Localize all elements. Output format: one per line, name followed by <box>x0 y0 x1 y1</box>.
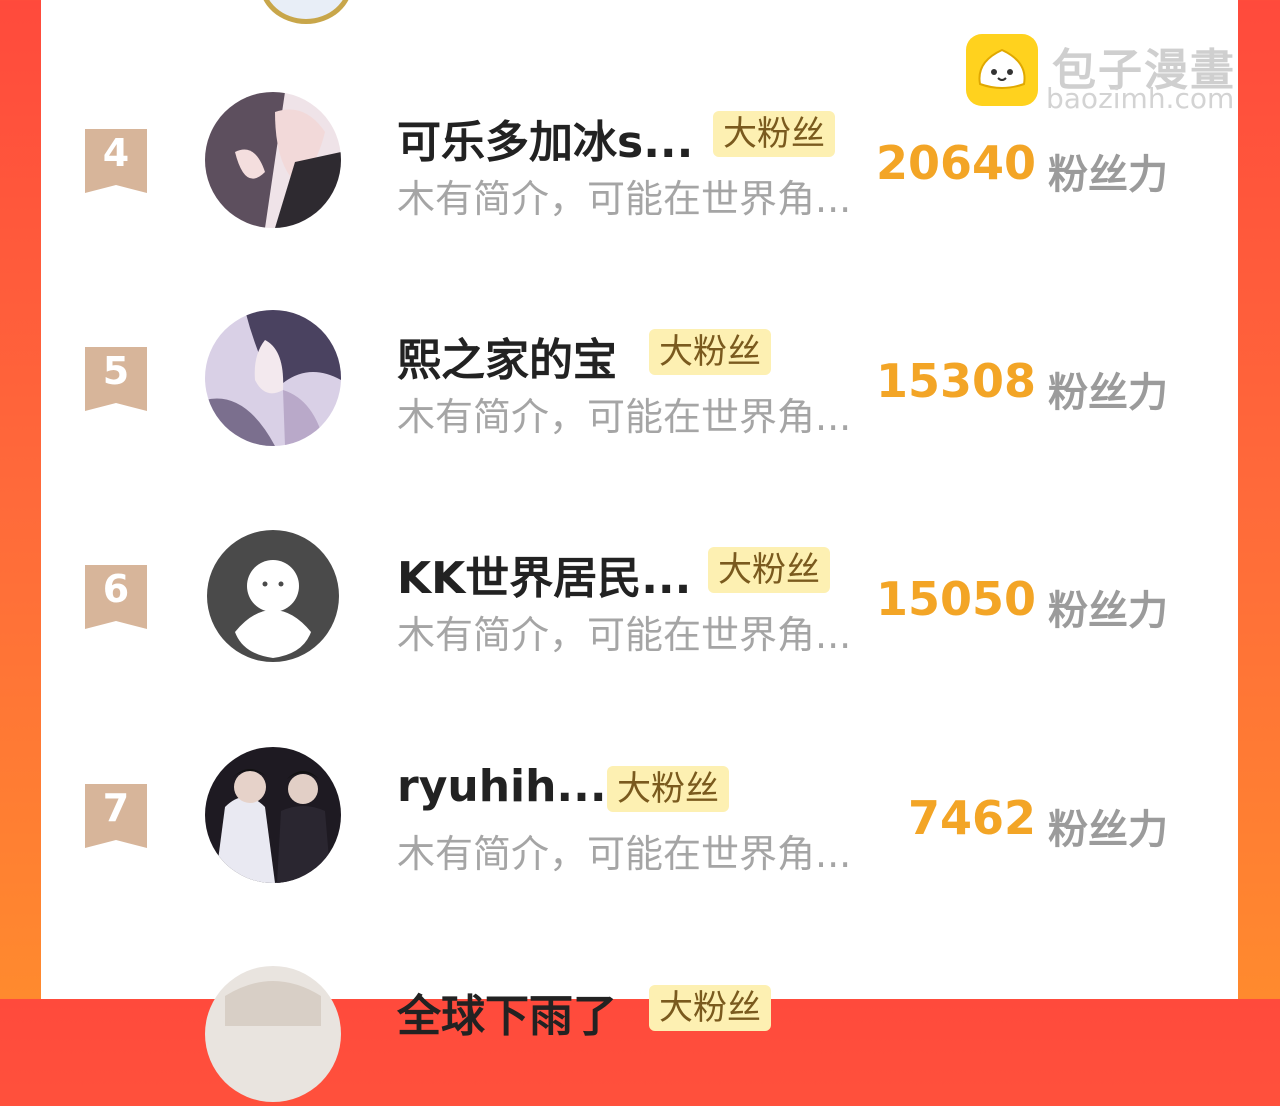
rank-number: 4 <box>102 131 130 175</box>
avatar[interactable] <box>205 966 341 1102</box>
rank-number: 5 <box>102 349 130 393</box>
leaderboard-row[interactable]: 7 ryuhih... 大粉丝 木有简介，可能在世界角... 7462 粉丝力 <box>0 747 1280 887</box>
rank-number: 7 <box>102 786 130 830</box>
user-bio: 木有简介，可能在世界角... <box>397 832 852 876</box>
user-name[interactable]: KK世界居民... <box>397 542 691 606</box>
fan-score: 15050 <box>876 572 1037 626</box>
user-bio: 木有简介，可能在世界角... <box>397 395 852 439</box>
user-name[interactable]: 可乐多加冰s... <box>397 106 693 170</box>
fan-badge: 大粉丝 <box>607 766 729 812</box>
rank-ribbon: 5 <box>85 347 147 411</box>
fan-score: 7462 <box>907 791 1036 845</box>
avatar[interactable] <box>205 92 341 228</box>
leaderboard-row[interactable]: 6 KK世界居民... 大粉丝 木有简介，可能在世界角... 15050 粉丝力 <box>0 528 1280 668</box>
user-bio: 木有简介，可能在世界角... <box>397 177 852 221</box>
rank-number: 6 <box>102 567 130 611</box>
rank-ribbon: 6 <box>85 565 147 629</box>
user-name[interactable]: ryuhih... <box>397 761 607 812</box>
fan-score-unit: 粉丝力 <box>1048 807 1168 853</box>
avatar-partial-previous[interactable] <box>259 0 353 24</box>
leaderboard-row[interactable]: 5 熙之家的宝 大粉丝 木有简介，可能在世界角... 15308 粉丝力 <box>0 310 1280 450</box>
leaderboard-row[interactable]: 全球下雨了 大粉丝 <box>0 966 1280 1106</box>
fan-badge: 大粉丝 <box>708 547 830 593</box>
avatar[interactable] <box>205 747 341 883</box>
fan-score-unit: 粉丝力 <box>1048 152 1168 198</box>
fan-badge: 大粉丝 <box>649 985 771 1031</box>
fan-score: 15308 <box>876 354 1037 408</box>
rank-ribbon: 7 <box>85 784 147 848</box>
rank-ribbon: 4 <box>85 129 147 193</box>
user-bio: 木有简介，可能在世界角... <box>397 613 852 657</box>
fan-score: 20640 <box>876 136 1037 190</box>
default-avatar-icon[interactable] <box>205 528 341 664</box>
user-name[interactable]: 熙之家的宝 <box>397 324 617 388</box>
user-name[interactable]: 全球下雨了 <box>397 980 617 1044</box>
fan-badge: 大粉丝 <box>649 329 771 375</box>
avatar[interactable] <box>205 310 341 446</box>
fan-score-unit: 粉丝力 <box>1048 588 1168 634</box>
leaderboard-row[interactable]: 4 可乐多加冰s... 大粉丝 木有简介，可能在世界角... 20640 粉丝力 <box>0 92 1280 232</box>
fan-score-unit: 粉丝力 <box>1048 370 1168 416</box>
fan-badge: 大粉丝 <box>713 111 835 157</box>
